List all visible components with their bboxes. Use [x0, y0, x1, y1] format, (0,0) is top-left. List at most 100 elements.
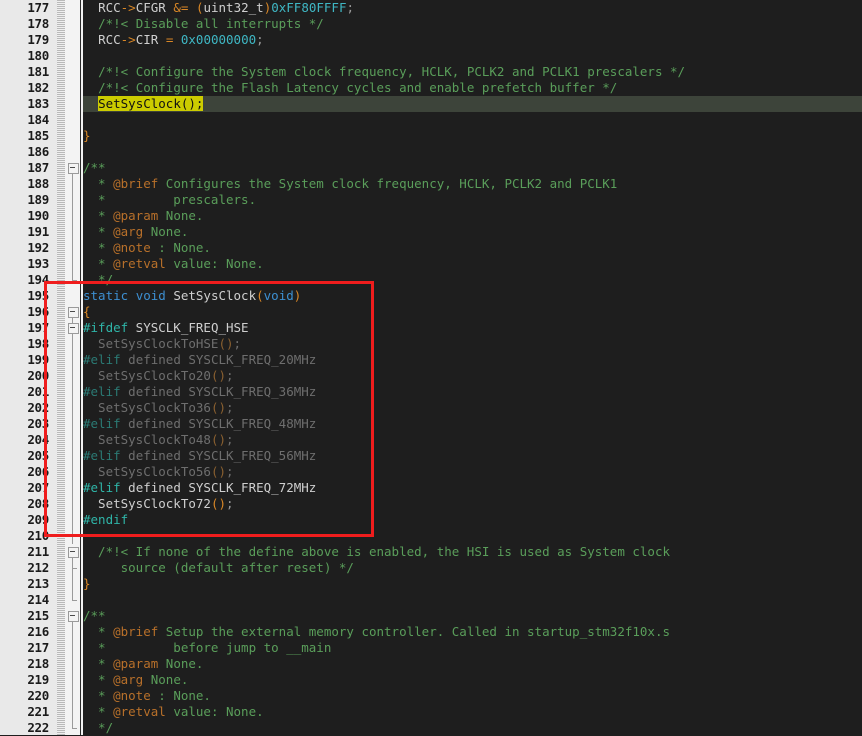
line-number[interactable]: 179	[0, 32, 49, 48]
code-line[interactable]: 211 /*!< If none of the define above is …	[0, 544, 862, 560]
code-line[interactable]: 202 SetSysClockTo36();	[0, 400, 862, 416]
line-number[interactable]: 214	[0, 592, 49, 608]
fold-collapse-icon[interactable]	[68, 323, 79, 334]
line-number[interactable]: 215	[0, 608, 49, 624]
line-number[interactable]: 190	[0, 208, 49, 224]
code-text[interactable]: #elif defined SYSCLK_FREQ_36MHz	[83, 384, 316, 400]
code-text[interactable]: * @arg None.	[83, 224, 188, 240]
line-number[interactable]: 219	[0, 672, 49, 688]
code-line[interactable]: 222 */	[0, 720, 862, 736]
fold-collapse-icon[interactable]	[68, 611, 79, 622]
line-number[interactable]: 195	[0, 288, 49, 304]
line-number[interactable]: 213	[0, 576, 49, 592]
code-text[interactable]: }	[83, 128, 91, 144]
code-text[interactable]: */	[83, 720, 113, 736]
code-text[interactable]: /**	[83, 160, 106, 176]
code-text[interactable]: * @brief Setup the external memory contr…	[83, 624, 670, 640]
line-number[interactable]: 181	[0, 64, 49, 80]
code-editor[interactable]: 177 RCC->CFGR &= (uint32_t)0xFF80FFFF; 17…	[0, 0, 862, 735]
code-text[interactable]: * @note : None.	[83, 688, 211, 704]
code-text[interactable]: #elif defined SYSCLK_FREQ_56MHz	[83, 448, 316, 464]
code-text[interactable]: SetSysClockTo72();	[83, 496, 233, 512]
line-number[interactable]: 192	[0, 240, 49, 256]
line-number[interactable]: 187	[0, 160, 49, 176]
code-line[interactable]: 189 * prescalers.	[0, 192, 862, 208]
line-number[interactable]: 201	[0, 384, 49, 400]
code-text[interactable]: #elif defined SYSCLK_FREQ_72MHz	[83, 480, 316, 496]
code-text[interactable]: /*!< Disable all interrupts */	[83, 16, 324, 32]
code-line[interactable]: 215 /**	[0, 608, 862, 624]
code-line[interactable]: 199 #elif defined SYSCLK_FREQ_20MHz	[0, 352, 862, 368]
code-text[interactable]: * @param None.	[83, 656, 203, 672]
code-line[interactable]: 191 * @arg None.	[0, 224, 862, 240]
fold-collapse-icon[interactable]	[68, 547, 79, 558]
line-number[interactable]: 194	[0, 272, 49, 288]
code-text[interactable]: RCC->CIR = 0x00000000;	[83, 32, 264, 48]
code-text[interactable]: /*!< Configure the System clock frequenc…	[83, 64, 685, 80]
code-text[interactable]: * @note : None.	[83, 240, 211, 256]
line-number[interactable]: 210	[0, 528, 49, 544]
line-number[interactable]: 178	[0, 16, 49, 32]
code-line[interactable]: 205 #elif defined SYSCLK_FREQ_56MHz	[0, 448, 862, 464]
code-line[interactable]: 183 SetSysClock();	[0, 96, 862, 112]
code-text[interactable]: * @param None.	[83, 208, 203, 224]
code-text[interactable]: * @retval value: None.	[83, 704, 264, 720]
code-line[interactable]: 219 * @arg None.	[0, 672, 862, 688]
code-text[interactable]: SetSysClockTo56();	[83, 464, 233, 480]
fold-collapse-icon[interactable]	[68, 163, 79, 174]
code-line[interactable]: 201 #elif defined SYSCLK_FREQ_36MHz	[0, 384, 862, 400]
code-text[interactable]: RCC->CFGR &= (uint32_t)0xFF80FFFF;	[83, 0, 354, 16]
code-line[interactable]: 180	[0, 48, 862, 64]
code-line[interactable]: 193 * @retval value: None.	[0, 256, 862, 272]
line-number[interactable]: 221	[0, 704, 49, 720]
code-line[interactable]: 210	[0, 528, 862, 544]
code-text[interactable]: /*!< Configure the Flash Latency cycles …	[83, 80, 617, 96]
line-number[interactable]: 202	[0, 400, 49, 416]
code-line[interactable]: 195 static void SetSysClock(void)	[0, 288, 862, 304]
line-number[interactable]: 220	[0, 688, 49, 704]
code-line[interactable]: 198 SetSysClockToHSE();	[0, 336, 862, 352]
line-number[interactable]: 184	[0, 112, 49, 128]
line-number[interactable]: 204	[0, 432, 49, 448]
code-text[interactable]: #endif	[83, 512, 128, 528]
line-number[interactable]: 203	[0, 416, 49, 432]
code-line[interactable]: 188 * @brief Configures the System clock…	[0, 176, 862, 192]
code-text[interactable]: {	[83, 304, 91, 320]
code-text[interactable]: /**	[83, 608, 106, 624]
code-text[interactable]: #elif defined SYSCLK_FREQ_48MHz	[83, 416, 316, 432]
line-number[interactable]: 198	[0, 336, 49, 352]
code-lines[interactable]: 177 RCC->CFGR &= (uint32_t)0xFF80FFFF; 17…	[0, 0, 862, 735]
line-number[interactable]: 177	[0, 0, 49, 16]
code-text[interactable]: * before jump to __main	[83, 640, 331, 656]
code-text[interactable]: */	[83, 272, 113, 288]
line-number[interactable]: 196	[0, 304, 49, 320]
line-number[interactable]: 185	[0, 128, 49, 144]
code-text[interactable]: source (default after reset) */	[83, 560, 354, 576]
code-text[interactable]: * @brief Configures the System clock fre…	[83, 176, 617, 192]
code-line[interactable]: 208 SetSysClockTo72();	[0, 496, 862, 512]
line-number[interactable]: 211	[0, 544, 49, 560]
code-line[interactable]: 181 /*!< Configure the System clock freq…	[0, 64, 862, 80]
code-line[interactable]: 218 * @param None.	[0, 656, 862, 672]
line-number[interactable]: 216	[0, 624, 49, 640]
line-number[interactable]: 209	[0, 512, 49, 528]
code-line[interactable]: 186	[0, 144, 862, 160]
code-line[interactable]: 179 RCC->CIR = 0x00000000;	[0, 32, 862, 48]
code-text[interactable]: SetSysClockTo36();	[83, 400, 233, 416]
code-line[interactable]: 209 #endif	[0, 512, 862, 528]
code-line[interactable]: 213}	[0, 576, 862, 592]
code-line[interactable]: 204 SetSysClockTo48();	[0, 432, 862, 448]
line-number[interactable]: 191	[0, 224, 49, 240]
code-line[interactable]: 220 * @note : None.	[0, 688, 862, 704]
line-number[interactable]: 186	[0, 144, 49, 160]
line-number[interactable]: 212	[0, 560, 49, 576]
line-number[interactable]: 218	[0, 656, 49, 672]
code-line[interactable]: 212 source (default after reset) */	[0, 560, 862, 576]
code-text[interactable]: SetSysClock();	[83, 96, 204, 112]
line-number[interactable]: 200	[0, 368, 49, 384]
line-number[interactable]: 217	[0, 640, 49, 656]
code-line[interactable]: 217 * before jump to __main	[0, 640, 862, 656]
code-line[interactable]: 182 /*!< Configure the Flash Latency cyc…	[0, 80, 862, 96]
code-text[interactable]: SetSysClockToHSE();	[83, 336, 241, 352]
line-number[interactable]: 208	[0, 496, 49, 512]
